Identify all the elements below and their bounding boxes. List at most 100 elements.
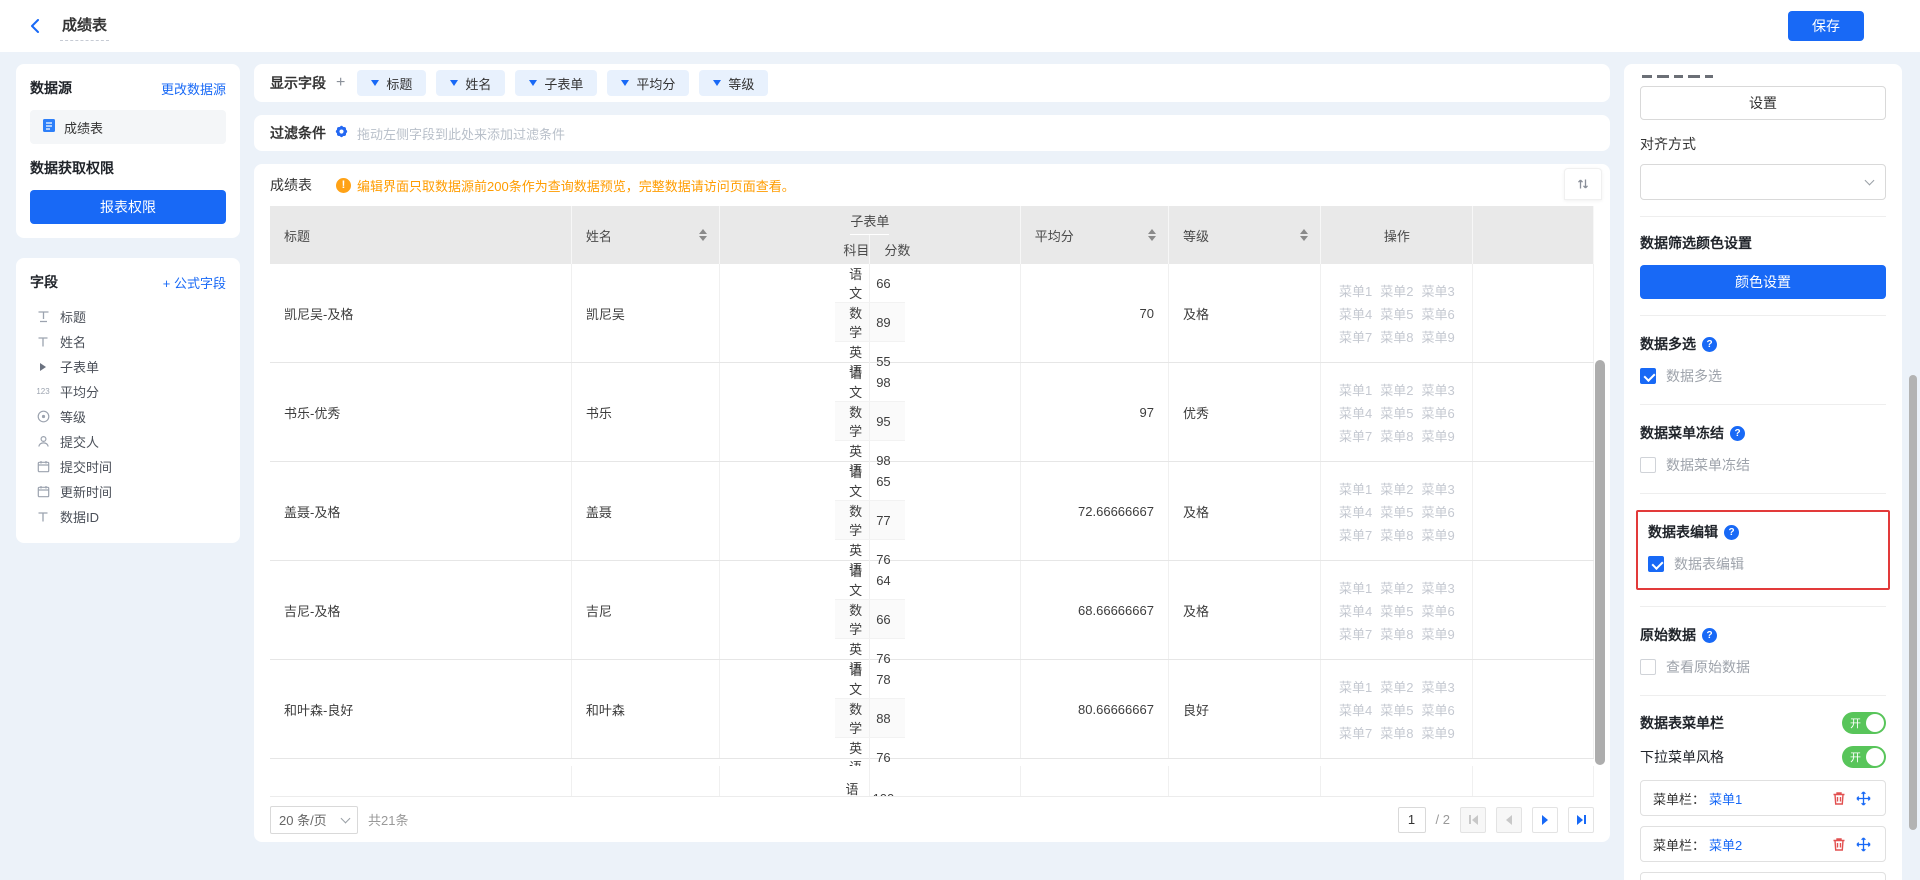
op-menu-link[interactable]: 菜单1: [1339, 380, 1372, 399]
table-scrollbar[interactable]: [1595, 360, 1605, 765]
field-item[interactable]: 姓名: [30, 329, 226, 354]
back-icon[interactable]: [24, 15, 46, 37]
add-field-icon[interactable]: +: [336, 74, 345, 92]
op-menu-link[interactable]: 菜单3: [1421, 380, 1454, 399]
op-menu-link[interactable]: 菜单2: [1380, 479, 1413, 498]
table-row[interactable]: 盖聂-及格 盖聂 语文65数学77英语76 72.66666667 及格 菜单1…: [270, 462, 1594, 561]
filter-placeholder[interactable]: 拖动左侧字段到此处来添加过滤条件: [357, 124, 565, 143]
page-title[interactable]: 成绩表: [60, 12, 109, 41]
table-row[interactable]: 吉尼-及格 吉尼 语文64数学66英语76 68.66666667 及格 菜单1…: [270, 561, 1594, 660]
change-datasource-link[interactable]: 更改数据源: [161, 79, 226, 98]
op-menu-link[interactable]: 菜单9: [1421, 624, 1454, 643]
checkbox[interactable]: [1640, 457, 1656, 473]
move-icon[interactable]: [1853, 834, 1873, 854]
checkbox[interactable]: [1640, 368, 1656, 384]
save-button[interactable]: 保存: [1788, 11, 1864, 41]
checkbox[interactable]: [1640, 659, 1656, 675]
op-menu-link[interactable]: 菜单7: [1339, 525, 1372, 544]
trash-icon[interactable]: [1829, 834, 1849, 854]
op-menu-link[interactable]: 菜单8: [1380, 723, 1413, 742]
op-menu-link[interactable]: 菜单2: [1380, 578, 1413, 597]
op-menu-link[interactable]: 菜单4: [1339, 700, 1372, 719]
op-menu-link[interactable]: 菜单2: [1380, 380, 1413, 399]
op-menu-link[interactable]: 菜单8: [1380, 525, 1413, 544]
op-menu-link[interactable]: 菜单9: [1421, 327, 1454, 346]
op-menu-link[interactable]: 菜单4: [1339, 502, 1372, 521]
menu-bar-toggle[interactable]: 开: [1842, 712, 1886, 734]
op-menu-link[interactable]: 菜单5: [1380, 700, 1413, 719]
col-header-subform[interactable]: 子表单 科目 分数: [720, 206, 1021, 264]
color-settings-button[interactable]: 颜色设置: [1640, 265, 1886, 299]
op-menu-link[interactable]: 菜单1: [1339, 677, 1372, 696]
op-menu-link[interactable]: 菜单2: [1380, 281, 1413, 300]
move-icon[interactable]: [1853, 788, 1873, 808]
field-chip[interactable]: 子表单: [515, 70, 597, 96]
last-page-button[interactable]: [1568, 807, 1594, 833]
op-menu-link[interactable]: 菜单6: [1421, 304, 1454, 323]
table-row[interactable]: 语文100: [270, 766, 1594, 796]
col-header-name[interactable]: 姓名: [572, 206, 720, 264]
sort-caret-icon[interactable]: [1148, 229, 1156, 241]
op-menu-link[interactable]: 菜单7: [1339, 327, 1372, 346]
menu-row-name[interactable]: 菜单2: [1709, 835, 1742, 854]
field-item[interactable]: 数据ID: [30, 504, 226, 529]
table-row[interactable]: 凯尼吴-及格 凯尼吴 语文66数学89英语55 70 及格 菜单1菜单2菜单3菜…: [270, 264, 1594, 363]
field-chip[interactable]: 平均分: [607, 70, 689, 96]
op-menu-link[interactable]: 菜单8: [1380, 624, 1413, 643]
prev-page-button[interactable]: [1496, 807, 1522, 833]
op-menu-link[interactable]: 菜单4: [1339, 304, 1372, 323]
sort-caret-icon[interactable]: [699, 229, 707, 241]
sort-caret-icon[interactable]: [1300, 229, 1308, 241]
col-header-subject[interactable]: 科目: [829, 235, 870, 264]
col-header-title[interactable]: 标题: [270, 206, 572, 264]
menu-row-name[interactable]: 菜单1: [1709, 789, 1742, 808]
field-chip[interactable]: 等级: [699, 70, 768, 96]
col-header-score[interactable]: 分数: [870, 235, 910, 264]
field-item[interactable]: 子表单: [30, 354, 226, 379]
help-icon[interactable]: ?: [1702, 628, 1717, 643]
op-menu-link[interactable]: 菜单8: [1380, 327, 1413, 346]
current-page-input[interactable]: 1: [1398, 807, 1426, 833]
col-header-avg[interactable]: 平均分: [1021, 206, 1169, 264]
table-row[interactable]: 和叶森-良好 和叶森 语文78数学88英语76 80.66666667 良好 菜…: [270, 660, 1594, 759]
next-page-button[interactable]: [1532, 807, 1558, 833]
help-icon[interactable]: ?: [1702, 337, 1717, 352]
op-menu-link[interactable]: 菜单7: [1339, 723, 1372, 742]
op-menu-link[interactable]: 菜单8: [1380, 426, 1413, 445]
field-item[interactable]: 更新时间: [30, 479, 226, 504]
field-chip[interactable]: 姓名: [436, 70, 505, 96]
window-scrollbar[interactable]: [1909, 375, 1917, 830]
op-menu-link[interactable]: 菜单5: [1380, 304, 1413, 323]
op-menu-link[interactable]: 菜单5: [1380, 403, 1413, 422]
op-menu-link[interactable]: 菜单3: [1421, 578, 1454, 597]
op-menu-link[interactable]: 菜单4: [1339, 601, 1372, 620]
field-item[interactable]: 提交时间: [30, 454, 226, 479]
op-menu-link[interactable]: 菜单6: [1421, 700, 1454, 719]
field-item[interactable]: 标题: [30, 304, 226, 329]
op-menu-link[interactable]: 菜单1: [1339, 578, 1372, 597]
trash-icon[interactable]: [1829, 788, 1849, 808]
report-perm-button[interactable]: 报表权限: [30, 190, 226, 224]
op-menu-link[interactable]: 菜单6: [1421, 601, 1454, 620]
table-row[interactable]: 书乐-优秀 书乐 语文98数学95英语98 97 优秀 菜单1菜单2菜单3菜单4…: [270, 363, 1594, 462]
help-icon[interactable]: ?: [1724, 525, 1739, 540]
dropdown-style-toggle[interactable]: 开: [1842, 746, 1886, 768]
field-item[interactable]: 等级: [30, 404, 226, 429]
field-chip[interactable]: 标题: [357, 70, 426, 96]
page-size-select[interactable]: 20 条/页: [270, 806, 358, 834]
op-menu-link[interactable]: 菜单3: [1421, 677, 1454, 696]
op-menu-link[interactable]: 菜单7: [1339, 426, 1372, 445]
op-menu-link[interactable]: 菜单3: [1421, 479, 1454, 498]
op-menu-link[interactable]: 菜单5: [1380, 601, 1413, 620]
first-page-button[interactable]: [1460, 807, 1486, 833]
col-header-grade[interactable]: 等级: [1169, 206, 1321, 264]
op-menu-link[interactable]: 菜单5: [1380, 502, 1413, 521]
align-select[interactable]: [1640, 164, 1886, 200]
field-item[interactable]: 123平均分: [30, 379, 226, 404]
help-icon[interactable]: ?: [1730, 426, 1745, 441]
gear-icon[interactable]: [334, 124, 349, 142]
op-menu-link[interactable]: 菜单9: [1421, 525, 1454, 544]
settings-button[interactable]: 设置: [1640, 86, 1886, 120]
checkbox[interactable]: [1648, 556, 1664, 572]
op-menu-link[interactable]: 菜单2: [1380, 677, 1413, 696]
